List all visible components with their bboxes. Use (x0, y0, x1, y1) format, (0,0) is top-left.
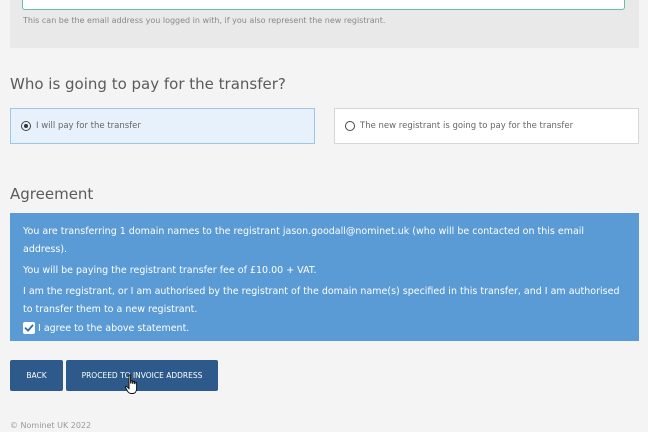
agreement-panel: You are transferring 1 domain names to t… (10, 213, 639, 341)
agree-checkbox-label: I agree to the above statement. (38, 322, 190, 334)
email-field[interactable] (22, 0, 625, 10)
proceed-button[interactable]: PROCEED TO INVOICE ADDRESS (66, 360, 218, 391)
back-button[interactable]: BACK (10, 360, 63, 391)
email-panel: This can be the email address you logged… (10, 0, 639, 48)
pay-option-new-registrant-label: The new registrant is going to pay for t… (360, 121, 574, 131)
agreement-statement-transfer: You are transferring 1 domain names to t… (23, 226, 585, 255)
radio-unselected-icon[interactable] (345, 121, 355, 131)
agreement-heading: Agreement (10, 185, 94, 203)
email-hint: This can be the email address you logged… (23, 16, 386, 25)
pay-option-self[interactable]: I will pay for the transfer (10, 108, 315, 144)
pay-option-self-label: I will pay for the transfer (36, 121, 141, 131)
checkbox-checked-icon[interactable] (23, 322, 35, 334)
agreement-statement-fee: You will be paying the registrant transf… (23, 265, 317, 276)
radio-selected-icon[interactable] (21, 121, 31, 131)
agree-checkbox-row[interactable]: I agree to the above statement. (23, 322, 627, 334)
hand-cursor-icon (124, 374, 138, 394)
agreement-statement-authority: I am the registrant, or I am authorised … (23, 286, 620, 315)
pay-option-new-registrant[interactable]: The new registrant is going to pay for t… (334, 108, 639, 144)
payment-heading: Who is going to pay for the transfer? (10, 75, 286, 93)
footer-copyright: © Nominet UK 2022 (10, 421, 92, 430)
